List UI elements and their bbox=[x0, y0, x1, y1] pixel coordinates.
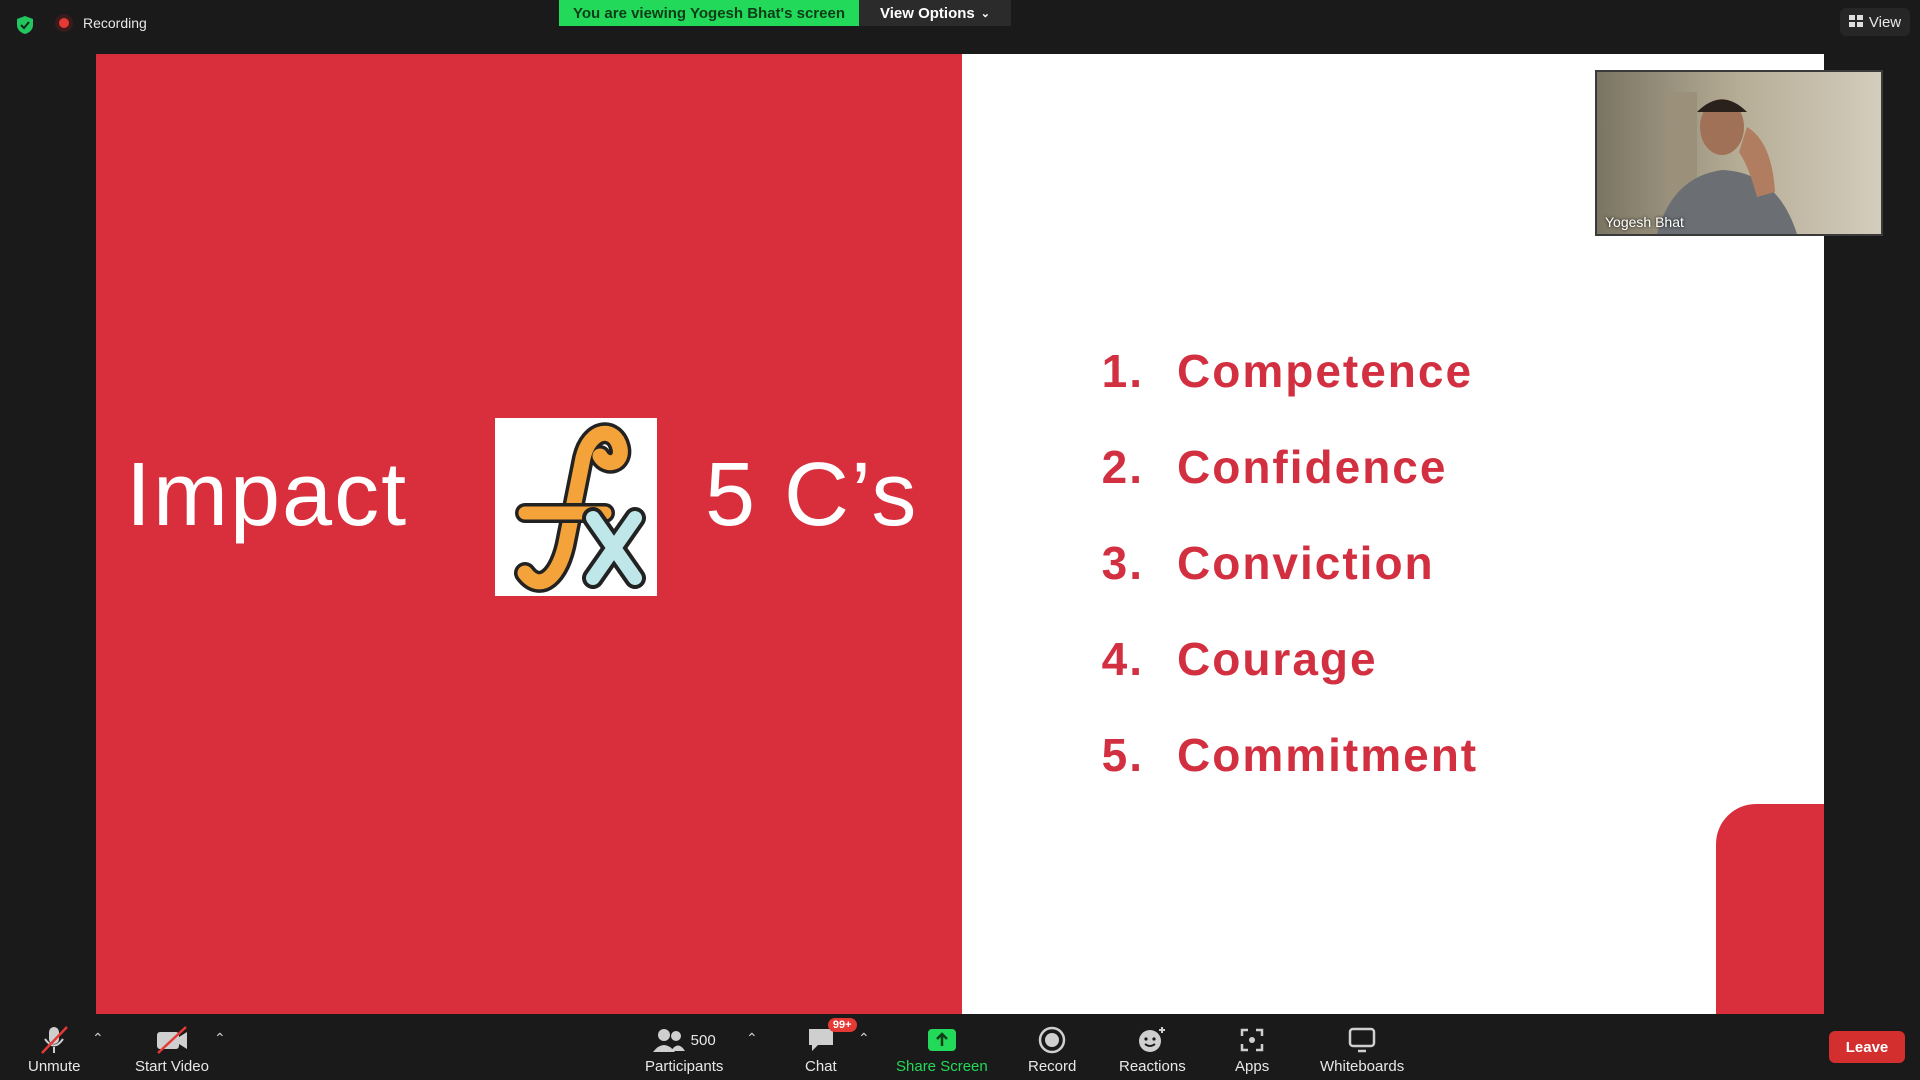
participants-label: Participants bbox=[645, 1058, 724, 1075]
list-item-text: Commitment bbox=[1177, 729, 1479, 781]
apps-label: Apps bbox=[1235, 1058, 1270, 1075]
participants-icon-group: 500 bbox=[652, 1022, 716, 1058]
slide-corner-decoration bbox=[1716, 804, 1824, 1014]
chat-unread-badge: 99+ bbox=[827, 1018, 857, 1032]
view-options-button[interactable]: View Options ⌄ bbox=[859, 0, 1011, 26]
chat-options-chevron-up-icon[interactable]: ⌃ bbox=[858, 1030, 870, 1047]
viewing-screen-banner: You are viewing Yogesh Bhat's screen bbox=[559, 0, 859, 26]
list-item-text: Confidence bbox=[1177, 441, 1448, 493]
meeting-top-bar: Recording You are viewing Yogesh Bhat's … bbox=[0, 0, 1920, 54]
chat-button[interactable]: 99+ Chat bbox=[805, 1018, 857, 1075]
whiteboards-button[interactable]: Whiteboards bbox=[1320, 1022, 1404, 1075]
grid-view-icon bbox=[1848, 14, 1863, 31]
fx-function-icon bbox=[495, 418, 657, 596]
share-screen-icon bbox=[927, 1022, 957, 1058]
audio-options-chevron-up-icon[interactable]: ⌃ bbox=[92, 1030, 104, 1047]
list-item-number: 5. bbox=[1101, 729, 1144, 781]
start-video-button[interactable]: Start Video bbox=[135, 1022, 209, 1075]
list-item-text: Courage bbox=[1177, 633, 1378, 685]
unmute-button[interactable]: Unmute bbox=[28, 1022, 81, 1075]
recording-indicator[interactable]: Recording bbox=[55, 14, 147, 32]
view-button-label: View bbox=[1868, 13, 1902, 31]
whiteboards-label: Whiteboards bbox=[1320, 1058, 1405, 1075]
list-item-text: Competence bbox=[1177, 345, 1474, 397]
video-options-chevron-up-icon[interactable]: ⌃ bbox=[214, 1030, 226, 1047]
shared-screen-slide: Impact 5 C’s 1. Competence 2. Confidence… bbox=[96, 54, 1824, 1014]
participants-icon bbox=[652, 1029, 685, 1052]
share-screen-label: Share Screen bbox=[896, 1058, 988, 1075]
share-screen-button[interactable]: Share Screen bbox=[896, 1022, 988, 1075]
list-item-number: 1. bbox=[1101, 345, 1144, 397]
record-button[interactable]: Record bbox=[1028, 1022, 1076, 1075]
slide-red-panel: Impact 5 C’s bbox=[96, 54, 962, 1014]
participants-count: 500 bbox=[690, 1031, 716, 1049]
reactions-smiley-icon bbox=[1136, 1022, 1168, 1058]
view-options-label: View Options bbox=[880, 4, 975, 22]
participant-name-label: Yogesh Bhat bbox=[1605, 214, 1684, 230]
participant-video-image bbox=[1597, 72, 1881, 234]
view-layout-button[interactable]: View bbox=[1840, 8, 1910, 36]
list-item-number: 2. bbox=[1101, 441, 1144, 493]
chat-icon-wrap: 99+ bbox=[806, 1018, 857, 1058]
slide-five-cs-word: 5 C’s bbox=[705, 445, 919, 545]
recording-label: Recording bbox=[83, 15, 147, 31]
security-shield-icon[interactable] bbox=[14, 14, 36, 36]
record-icon bbox=[1037, 1022, 1067, 1058]
video-off-icon bbox=[154, 1022, 190, 1058]
list-item-number: 4. bbox=[1101, 633, 1144, 685]
meeting-controls-toolbar: Unmute ⌃ Start Video ⌃ 500 Participants … bbox=[0, 1014, 1920, 1080]
start-video-label: Start Video bbox=[135, 1058, 209, 1075]
recording-dot-icon bbox=[55, 14, 73, 32]
apps-icon bbox=[1238, 1022, 1266, 1058]
apps-button[interactable]: Apps bbox=[1235, 1022, 1269, 1075]
participant-video-thumbnail[interactable]: Yogesh Bhat bbox=[1595, 70, 1883, 236]
muted-microphone-icon bbox=[37, 1022, 71, 1058]
leave-button[interactable]: Leave bbox=[1829, 1031, 1905, 1063]
slide-impact-word: Impact bbox=[126, 445, 409, 545]
reactions-label: Reactions bbox=[1119, 1058, 1186, 1075]
whiteboard-icon bbox=[1347, 1022, 1377, 1058]
participants-options-chevron-up-icon[interactable]: ⌃ bbox=[746, 1030, 758, 1047]
chevron-down-icon: ⌄ bbox=[980, 7, 990, 20]
unmute-label: Unmute bbox=[28, 1058, 81, 1075]
chat-label: Chat bbox=[805, 1058, 837, 1075]
record-label: Record bbox=[1028, 1058, 1077, 1075]
participants-button[interactable]: 500 Participants bbox=[645, 1022, 723, 1075]
reactions-button[interactable]: Reactions bbox=[1119, 1022, 1186, 1075]
list-item-number: 3. bbox=[1101, 537, 1144, 589]
list-item-text: Conviction bbox=[1177, 537, 1435, 589]
